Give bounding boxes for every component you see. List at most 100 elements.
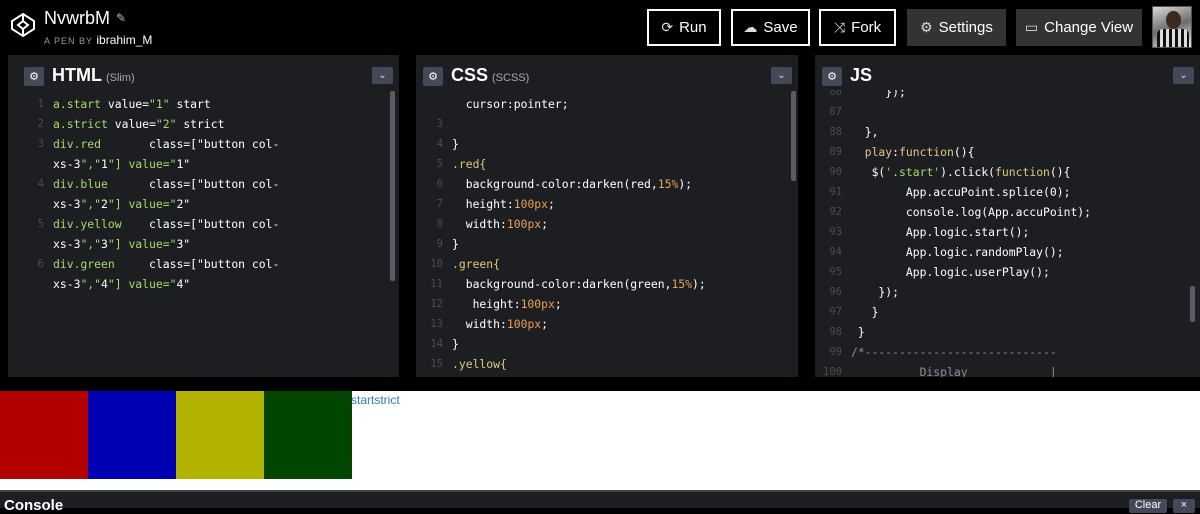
code-line[interactable]: 93 App.logic.start(); (816, 222, 1200, 242)
code-line[interactable]: 4 div.blue class=["button col- (18, 174, 399, 194)
code-line[interactable]: 90 $('.start').click(function(){ (816, 162, 1200, 182)
code-line[interactable]: 12 height:100px; (417, 294, 798, 314)
code-text: xs-3","1"] value="1" (53, 157, 191, 171)
line-number: 12 (430, 298, 443, 310)
code-line[interactable]: xs-3","3"] value="3" (18, 234, 399, 254)
change-view-button[interactable]: ▭ Change View (1016, 9, 1142, 46)
code-line[interactable]: 97 } (816, 302, 1200, 322)
css-settings-gear-icon[interactable]: ⚙ (423, 67, 443, 86)
code-line[interactable]: 88 }, (816, 122, 1200, 142)
run-button[interactable]: ⟳ Run (647, 9, 721, 46)
code-line[interactable]: 91 App.accuPoint.splice(0); (816, 182, 1200, 202)
line-number: 100 (823, 366, 842, 377)
author-link[interactable]: ibrahim_M (96, 33, 152, 47)
pen-title[interactable]: NvwrbM (44, 8, 110, 29)
code-line[interactable]: 2 a.strict value="2" strict (18, 114, 399, 134)
js-chevron-down-icon[interactable]: ⌄ (1173, 67, 1194, 84)
line-number: 6 (436, 178, 443, 190)
console-clear-button[interactable]: Clear (1129, 499, 1167, 513)
code-text: div.red class=["button col- (53, 137, 280, 151)
code-line[interactable]: 3 (417, 114, 798, 134)
fork-label: Fork (851, 19, 882, 36)
code-line[interactable]: 8 width:100px; (417, 214, 798, 234)
html-chevron-down-icon[interactable]: ⌄ (372, 67, 393, 84)
js-scrollbar[interactable] (1190, 286, 1195, 322)
blue-square[interactable] (88, 391, 176, 479)
code-line[interactable]: 96 }); (816, 282, 1200, 302)
css-scrollbar[interactable] (791, 91, 796, 181)
code-text: div.blue class=["button col- (53, 177, 280, 191)
resize-handle-left[interactable] (0, 55, 8, 377)
line-number: 98 (829, 326, 842, 338)
code-line[interactable]: 4} (417, 134, 798, 154)
start-strict-links[interactable]: startstrict (351, 393, 400, 407)
code-line[interactable]: 11 background-color:darken(green,15%); (417, 274, 798, 294)
save-button[interactable]: ☁ Save (731, 9, 810, 46)
code-line[interactable]: xs-3","1"] value="1" (18, 154, 399, 174)
code-text: /*---------------------------- (851, 345, 1057, 359)
code-line[interactable]: 86 }); (816, 90, 1200, 102)
html-pane-header: ⚙ HTML (Slim) ⌄ (18, 63, 399, 90)
code-line[interactable]: 87 (816, 102, 1200, 122)
editor-area: ⚙ HTML (Slim) ⌄ 1 a.start value="1" start 2… (0, 55, 1200, 377)
css-code[interactable]: a:hover{ cursor:pointer;34}5.red{6 backg… (417, 90, 798, 377)
settings-button[interactable]: ⚙ Settings (907, 9, 1006, 46)
gear-icon: ⚙ (920, 19, 933, 35)
change-view-label: Change View (1044, 19, 1134, 36)
code-line[interactable]: 6 div.green class=["button col- (18, 254, 399, 274)
line-number: 14 (430, 338, 443, 350)
css-chevron-down-icon[interactable]: ⌄ (771, 67, 792, 84)
code-line[interactable]: cursor:pointer; (417, 94, 798, 114)
code-line[interactable]: 98 } (816, 322, 1200, 342)
code-line[interactable]: 3 div.red class=["button col- (18, 134, 399, 154)
settings-label: Settings (938, 19, 993, 36)
line-number: 89 (829, 146, 842, 158)
line-number: 87 (829, 106, 842, 118)
edit-pencil-icon[interactable]: ✎ (116, 11, 126, 25)
code-line[interactable]: 10 .green{ (417, 254, 798, 274)
code-line[interactable]: 14} (417, 334, 798, 354)
red-square[interactable] (0, 391, 88, 479)
resize-handle-html-css[interactable] (399, 55, 416, 377)
code-line[interactable]: 95 App.logic.userPlay(); (816, 262, 1200, 282)
code-text: cursor:pointer; (452, 97, 569, 111)
code-line[interactable]: 13 width:100px; (417, 314, 798, 334)
line-number: 90 (829, 166, 842, 178)
code-line[interactable]: 100 Display | (816, 362, 1200, 377)
js-pane-header: ⚙ JS ⌄ (816, 63, 1200, 90)
html-code[interactable]: 1 a.start value="1" start 2 a.strict value=… (18, 90, 399, 377)
code-line[interactable]: 5 .red{ (417, 154, 798, 174)
code-line[interactable]: 7 height:100px; (417, 194, 798, 214)
html-settings-gear-icon[interactable]: ⚙ (24, 67, 44, 86)
refresh-icon: ⟳ (661, 19, 674, 35)
code-line[interactable]: 94 App.logic.randomPlay(); (816, 242, 1200, 262)
code-line[interactable]: xs-3","4"] value="4" (18, 274, 399, 294)
avatar[interactable] (1152, 6, 1192, 48)
line-number: 93 (829, 226, 842, 238)
code-line[interactable]: 5 div.yellow class=["button col- (18, 214, 399, 234)
code-line[interactable]: 15 .yellow{ (417, 354, 798, 374)
fork-button[interactable]: ⤨ Fork (819, 9, 896, 46)
code-line[interactable]: 99 /*---------------------------- (816, 342, 1200, 362)
line-number: 4 (37, 178, 44, 190)
code-text: .red{ (452, 157, 487, 171)
line-number: 15 (430, 358, 443, 370)
code-text: a.start value="1" start (53, 97, 211, 111)
code-line[interactable]: 9} (417, 234, 798, 254)
codepen-logo-icon[interactable] (10, 12, 36, 38)
code-line[interactable]: 6 background-color:darken(red,15%); (417, 174, 798, 194)
code-text: a.strict value="2" strict (53, 117, 225, 131)
green-square[interactable] (264, 391, 352, 479)
resize-handle-css-js[interactable] (798, 55, 815, 377)
yellow-square[interactable] (176, 391, 264, 479)
line-number: 95 (829, 266, 842, 278)
console-close-button[interactable]: × (1173, 499, 1195, 513)
html-scrollbar[interactable] (390, 91, 395, 281)
code-line[interactable]: 92 console.log(App.accuPoint); (816, 202, 1200, 222)
js-code[interactable]: 86 }); 87 88 }, 89 play:function(){90 $('.s… (816, 90, 1200, 377)
code-line[interactable]: 89 play:function(){ (816, 142, 1200, 162)
code-line[interactable]: 1 a.start value="1" start (18, 94, 399, 114)
js-settings-gear-icon[interactable]: ⚙ (822, 67, 842, 86)
line-number: 6 (37, 258, 44, 270)
code-line[interactable]: xs-3","2"] value="2" (18, 194, 399, 214)
